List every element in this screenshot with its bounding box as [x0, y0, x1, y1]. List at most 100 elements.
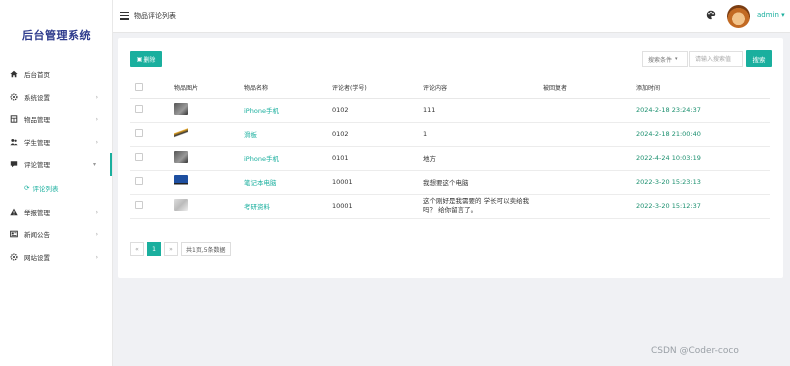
time-cell: 2022-3-20 15:12:37 — [636, 194, 770, 219]
table-row: 滑板 0102 1 2024-2-18 21:00:40 — [130, 122, 770, 147]
brand-title: 后台管理系统 — [22, 29, 91, 42]
item-thumbnail — [174, 103, 188, 115]
box-icon — [10, 115, 18, 123]
sidebar-subitem-label: 评论列表 — [32, 185, 59, 193]
chevron-right-icon: › — [95, 116, 98, 123]
table-row: 笔记本电脑 10001 我想要这个电脑 2022-3-20 15:23:13 — [130, 170, 770, 195]
item-name-link[interactable]: iPhone手机 — [244, 98, 332, 123]
delete-label: 删除 — [143, 56, 156, 64]
chevron-down-icon: ▾ — [92, 161, 96, 168]
content-cell: 我想要这个电脑 — [423, 170, 543, 195]
next-page-button[interactable]: » — [164, 242, 178, 256]
top-bar: 物品评论列表 admin ▾ — [113, 0, 790, 33]
column-header: 物品图片 — [174, 78, 244, 99]
row-checkbox[interactable] — [135, 153, 143, 161]
item-thumbnail — [174, 175, 188, 187]
author-cell: 0102 — [332, 98, 423, 123]
chevron-right-icon: › — [95, 138, 98, 146]
row-checkbox[interactable] — [135, 129, 143, 137]
sidebar-item-label: 后台首页 — [24, 71, 50, 80]
sidebar-item-label: 网站设置 — [24, 253, 50, 262]
author-cell: 0102 — [332, 122, 423, 147]
sidebar-subitem-comment-list[interactable]: ⟳ 评论列表 — [0, 176, 112, 201]
column-header: 评论者(学号) — [332, 78, 423, 99]
content-cell: 111 — [423, 98, 543, 123]
sidebar-item-label: 新闻公告 — [24, 231, 50, 240]
user-menu[interactable]: admin ▾ — [757, 11, 785, 19]
time-cell: 2022-3-20 15:23:13 — [636, 170, 770, 195]
search-button[interactable]: 搜索 — [746, 50, 772, 67]
chevron-right-icon: › — [95, 231, 98, 238]
content-cell: 地方 — [423, 146, 543, 171]
column-header: 评论内容 — [423, 78, 543, 99]
table-row: 考研资料 10001 这个刚好是我需要的 学长可以卖给我吗？ 给你留言了。 20… — [130, 194, 770, 219]
sidebar-item-comments[interactable]: 评论管理 ▾ — [0, 153, 112, 176]
reply-to-cell — [543, 170, 636, 195]
time-cell: 2022-4-24 10:03:19 — [636, 146, 770, 171]
content-cell: 这个刚好是我需要的 学长可以卖给我吗？ 给你留言了。 — [423, 194, 543, 219]
sidebar-item-goods[interactable]: 物品管理 › — [0, 108, 112, 131]
page-1-button[interactable]: 1 — [147, 242, 161, 256]
content-cell: 1 — [423, 122, 543, 147]
row-checkbox[interactable] — [135, 201, 143, 209]
home-icon — [10, 70, 18, 78]
item-name-link[interactable]: 滑板 — [244, 122, 332, 147]
menu-toggle-icon[interactable] — [120, 12, 129, 20]
item-thumbnail — [174, 151, 188, 163]
chevron-down-icon: ▾ — [781, 11, 785, 19]
comments-table: 物品图片 物品名称 评论者(学号) 评论内容 被回复者 添加时间 iPhone手… — [130, 78, 770, 219]
select-all-checkbox[interactable] — [135, 82, 143, 91]
sidebar-item-system-settings[interactable]: 系统设置 › — [0, 86, 112, 109]
reply-to-cell — [543, 146, 636, 171]
reply-to-cell — [543, 122, 636, 147]
chevron-right-icon: › — [95, 253, 98, 261]
item-name-link[interactable]: iPhone手机 — [244, 146, 332, 171]
chevron-down-icon: ▾ — [675, 56, 678, 62]
palette-icon[interactable] — [706, 10, 716, 20]
author-cell: 0101 — [332, 146, 423, 171]
sidebar-item-home[interactable]: 后台首页 — [0, 63, 112, 86]
watermark: CSDN @Coder-coco — [651, 346, 739, 356]
sidebar-item-site-settings[interactable]: 网站设置 › — [0, 246, 112, 269]
sidebar-item-label: 系统设置 — [24, 93, 50, 102]
trash-icon: ▣ — [136, 55, 143, 63]
item-name-link[interactable]: 考研资料 — [244, 194, 332, 219]
pagination: « 1 » 共1页,5条数据 — [130, 242, 231, 256]
chevron-right-icon: › — [95, 93, 98, 101]
author-cell: 10001 — [332, 170, 423, 195]
sidebar-item-label: 评论管理 — [24, 161, 50, 170]
users-icon — [10, 138, 18, 146]
sidebar-item-label: 举报管理 — [24, 208, 50, 217]
sidebar-item-students[interactable]: 学生管理 › — [0, 131, 112, 154]
content-card: ▣ 删除 搜索条件 ▾ 搜索 物品图片 物品名称 评论者(学号) 评论内容 被回… — [118, 38, 783, 278]
column-header: 物品名称 — [244, 78, 332, 99]
item-name-link[interactable]: 笔记本电脑 — [244, 170, 332, 195]
page-title: 物品评论列表 — [134, 12, 176, 20]
sidebar-item-reports[interactable]: 举报管理 › — [0, 201, 112, 224]
chevron-right-icon: › — [95, 208, 98, 216]
sidebar-item-label: 学生管理 — [24, 138, 50, 147]
table-header-row: 物品图片 物品名称 评论者(学号) 评论内容 被回复者 添加时间 — [130, 78, 770, 99]
sidebar-item-label: 物品管理 — [24, 116, 50, 125]
prev-page-button[interactable]: « — [130, 242, 144, 256]
reply-to-cell — [543, 194, 636, 219]
item-thumbnail — [174, 199, 188, 211]
comment-icon — [10, 160, 18, 168]
search-input[interactable] — [689, 51, 743, 67]
time-cell: 2024-2-18 21:00:40 — [636, 122, 770, 147]
search-condition-select[interactable]: 搜索条件 ▾ — [642, 51, 688, 67]
reply-to-cell — [543, 98, 636, 123]
row-checkbox[interactable] — [135, 177, 143, 185]
sidebar-item-news[interactable]: 新闻公告 › — [0, 223, 112, 246]
sidebar: 后台管理系统 后台首页 系统设置 › 物品管理 › 学生管理 › 评论管理 ▾ … — [0, 0, 113, 366]
time-cell: 2024-2-18 23:24:37 — [636, 98, 770, 123]
news-icon — [10, 230, 18, 238]
refresh-icon: ⟳ — [24, 184, 30, 192]
column-header: 被回复者 — [543, 78, 636, 99]
warning-icon — [10, 208, 18, 216]
delete-button[interactable]: ▣ 删除 — [130, 51, 162, 67]
gear-icon — [10, 93, 18, 101]
row-checkbox[interactable] — [135, 105, 143, 113]
author-cell: 10001 — [332, 194, 423, 219]
avatar[interactable] — [727, 5, 750, 28]
